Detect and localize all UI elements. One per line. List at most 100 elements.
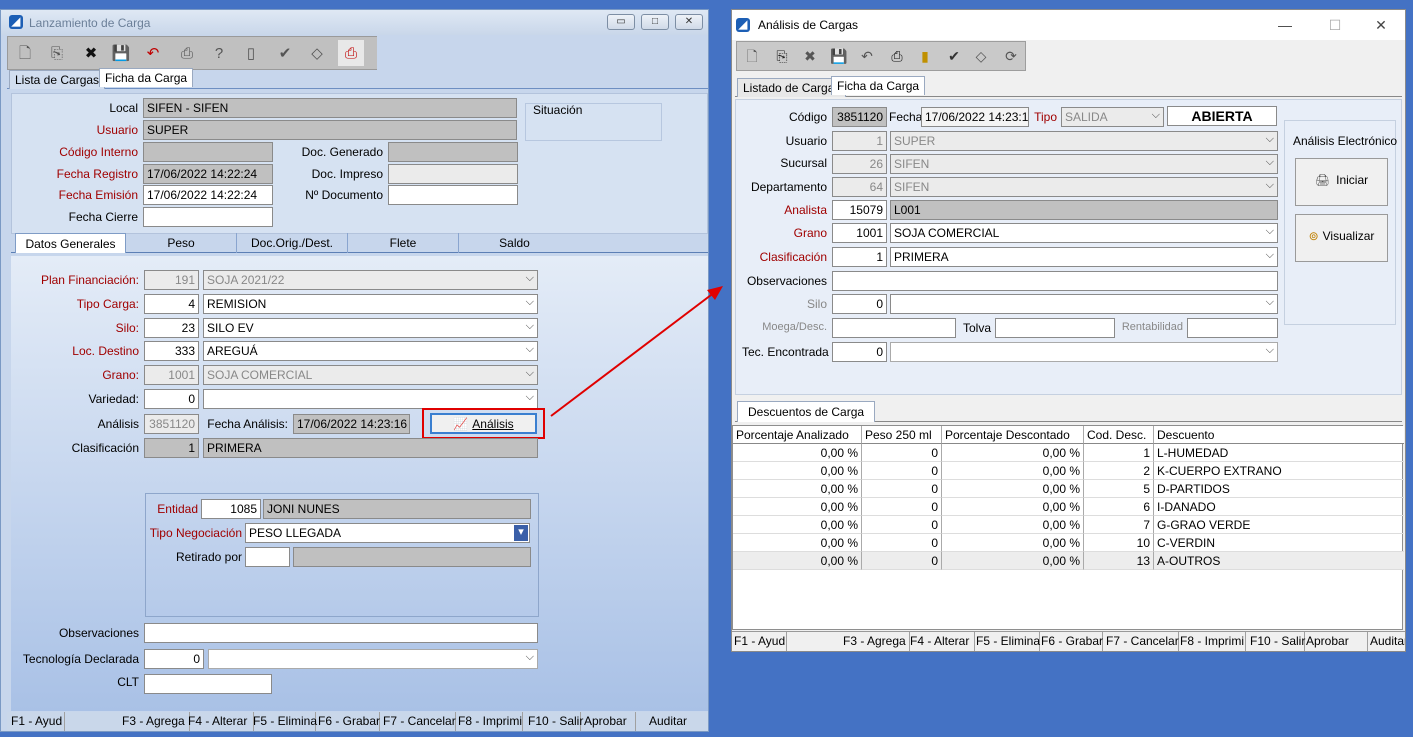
sucursal-code-field[interactable]: 26 bbox=[832, 154, 887, 174]
status-auditar[interactable]: Auditar bbox=[649, 712, 707, 731]
cell-cod-desc[interactable]: 7 bbox=[1084, 516, 1154, 534]
tecnologia-code-field[interactable]: 0 bbox=[144, 649, 204, 669]
tipo-carga-code-field[interactable]: 4 bbox=[144, 294, 199, 314]
delete-icon[interactable]: ✖ bbox=[798, 44, 822, 68]
cell-peso[interactable]: 0 bbox=[862, 498, 942, 516]
status-f8[interactable]: F8 - Imprimi bbox=[458, 712, 523, 731]
col-porcentaje-descontado[interactable]: Porcentaje Descontado bbox=[942, 426, 1084, 444]
cell-cod-desc[interactable]: 6 bbox=[1084, 498, 1154, 516]
doc-generado-field[interactable] bbox=[388, 142, 518, 162]
clasificacion-select[interactable]: PRIMERA ⌵ bbox=[890, 247, 1278, 267]
close-button[interactable]: ✕ bbox=[1358, 10, 1404, 40]
cell-cod-desc[interactable]: 5 bbox=[1084, 480, 1154, 498]
retirado-code-field[interactable] bbox=[245, 547, 290, 567]
col-peso[interactable]: Peso 250 ml bbox=[862, 426, 942, 444]
codigo-interno-field[interactable] bbox=[143, 142, 273, 162]
maximize-button[interactable]: ☐ bbox=[1312, 10, 1358, 40]
cell-porcentaje-descontado[interactable]: 0,00 % bbox=[942, 498, 1084, 516]
title-bar[interactable]: ◢ Análisis de Cargas — ☐ ✕ bbox=[732, 10, 1405, 40]
status-aprobar[interactable]: Aprobar bbox=[584, 712, 636, 731]
subtab-flete[interactable]: Flete bbox=[348, 233, 459, 253]
copy-icon[interactable]: ⎘ bbox=[44, 40, 70, 66]
plan-select[interactable]: SOJA 2021/22 ⌵ bbox=[203, 270, 538, 290]
tab-listado-cargas[interactable]: Listado de Cargas bbox=[737, 78, 847, 97]
tipo-carga-select[interactable]: REMISION ⌵ bbox=[203, 294, 538, 314]
fecha-cierre-field[interactable] bbox=[143, 207, 273, 227]
codigo-field[interactable]: 3851120 bbox=[832, 107, 887, 127]
clasificacion-code-field[interactable]: 1 bbox=[832, 247, 887, 267]
status-f7[interactable]: F7 - Cancelar bbox=[1106, 632, 1179, 651]
cell-porcentaje-descontado[interactable]: 0,00 % bbox=[942, 462, 1084, 480]
subtab-saldo[interactable]: Saldo bbox=[459, 233, 570, 253]
analista-name-field[interactable]: L001 bbox=[890, 200, 1278, 220]
subtab-doc-orig-dest[interactable]: Doc.Orig./Dest. bbox=[237, 233, 348, 253]
usuario-code-field[interactable]: 1 bbox=[832, 131, 887, 151]
silo-select[interactable]: ⌵ bbox=[890, 294, 1278, 314]
status-f6[interactable]: F6 - Grabar bbox=[1041, 632, 1103, 651]
minimize-button[interactable]: ▭ bbox=[607, 14, 635, 30]
observaciones-field[interactable] bbox=[144, 623, 538, 643]
cell-descuento[interactable]: I-DANADO bbox=[1154, 498, 1404, 516]
tec-code-field[interactable]: 0 bbox=[832, 342, 887, 362]
loc-destino-code-field[interactable]: 333 bbox=[144, 341, 199, 361]
moega-field[interactable] bbox=[832, 318, 956, 338]
eraser-icon[interactable]: ◇ bbox=[304, 40, 330, 66]
col-descuento[interactable]: Descuento bbox=[1154, 426, 1404, 444]
minimize-button[interactable]: — bbox=[1262, 10, 1308, 40]
print-icon[interactable]: ⎙ bbox=[174, 40, 200, 66]
close-button[interactable]: ✕ bbox=[675, 14, 703, 30]
title-bar[interactable]: ◢ Lanzamiento de Carga ▭ □ ✕ bbox=[1, 10, 708, 35]
departamento-select[interactable]: SIFEN ⌵ bbox=[890, 177, 1278, 197]
status-f6[interactable]: F6 - Grabar bbox=[318, 712, 380, 731]
undo-icon[interactable]: ↶ bbox=[140, 40, 166, 66]
tolva-field[interactable] bbox=[995, 318, 1115, 338]
cell-descuento[interactable]: L-HUMEDAD bbox=[1154, 444, 1404, 462]
cell-peso[interactable]: 0 bbox=[862, 552, 942, 570]
observaciones-field[interactable] bbox=[832, 271, 1278, 291]
new-icon[interactable]: 🗋 bbox=[12, 40, 38, 66]
cell-peso[interactable]: 0 bbox=[862, 516, 942, 534]
doc-impreso-field[interactable] bbox=[388, 164, 518, 184]
cell-porcentaje-descontado[interactable]: 0,00 % bbox=[942, 480, 1084, 498]
table-row[interactable]: 0,00 % 0 0,00 % 7 G-GRAO VERDE bbox=[733, 516, 1404, 534]
status-f10[interactable]: F10 - Salir bbox=[528, 712, 583, 731]
tecnologia-select[interactable]: ⌵ bbox=[208, 649, 538, 669]
rentabilidad-field[interactable] bbox=[1187, 318, 1278, 338]
status-f3[interactable]: F3 - Agrega bbox=[122, 712, 190, 731]
cell-descuento[interactable]: C-VERDIN bbox=[1154, 534, 1404, 552]
sucursal-select[interactable]: SIFEN ⌵ bbox=[890, 154, 1278, 174]
entidad-name-field[interactable]: JONI NUNES bbox=[263, 499, 531, 519]
cell-cod-desc[interactable]: 10 bbox=[1084, 534, 1154, 552]
cell-porcentaje-analizado[interactable]: 0,00 % bbox=[733, 462, 862, 480]
status-f3[interactable]: F3 - Agrega bbox=[843, 632, 910, 651]
analista-code-field[interactable]: 15079 bbox=[832, 200, 887, 220]
tipo-select[interactable]: SALIDA ⌵ bbox=[1061, 107, 1164, 127]
copy-icon[interactable]: ⎘ bbox=[770, 44, 794, 68]
variedad-select[interactable]: ⌵ bbox=[203, 389, 538, 409]
cell-descuento[interactable]: K-CUERPO EXTRANO bbox=[1154, 462, 1404, 480]
report-print-icon[interactable]: ⎙ bbox=[338, 40, 364, 66]
status-f4[interactable]: F4 - Alterar bbox=[910, 632, 975, 651]
new-icon[interactable]: 🗋 bbox=[740, 44, 764, 68]
cell-peso[interactable]: 0 bbox=[862, 462, 942, 480]
tipo-negociacion-select[interactable]: PESO LLEGADA ▾ bbox=[245, 523, 530, 543]
fecha-analisis-field[interactable]: 17/06/2022 14:23:16 bbox=[293, 414, 410, 434]
status-f5[interactable]: F5 - Elimina bbox=[976, 632, 1040, 651]
tab-ficha-carga[interactable]: Ficha da Carga bbox=[831, 76, 926, 95]
silo-code-field[interactable]: 23 bbox=[144, 318, 199, 338]
table-row[interactable]: 0,00 % 0 0,00 % 13 A-OUTROS bbox=[733, 552, 1404, 570]
table-row[interactable]: 0,00 % 0 0,00 % 10 C-VERDIN bbox=[733, 534, 1404, 552]
usuario-field[interactable]: SUPER bbox=[143, 120, 517, 140]
cell-descuento[interactable]: A-OUTROS bbox=[1154, 552, 1404, 570]
cell-porcentaje-descontado[interactable]: 0,00 % bbox=[942, 516, 1084, 534]
cell-porcentaje-descontado[interactable]: 0,00 % bbox=[942, 534, 1084, 552]
cell-porcentaje-analizado[interactable]: 0,00 % bbox=[733, 552, 862, 570]
cell-descuento[interactable]: D-PARTIDOS bbox=[1154, 480, 1404, 498]
table-row[interactable]: 0,00 % 0 0,00 % 6 I-DANADO bbox=[733, 498, 1404, 516]
cell-porcentaje-analizado[interactable]: 0,00 % bbox=[733, 480, 862, 498]
status-f4[interactable]: F4 - Alterar bbox=[188, 712, 254, 731]
status-f8[interactable]: F8 - Imprimi bbox=[1180, 632, 1246, 651]
cell-porcentaje-descontado[interactable]: 0,00 % bbox=[942, 444, 1084, 462]
grano-select[interactable]: SOJA COMERCIAL ⌵ bbox=[203, 365, 538, 385]
tab-lista-cargas[interactable]: Lista de Cargas bbox=[9, 70, 106, 89]
